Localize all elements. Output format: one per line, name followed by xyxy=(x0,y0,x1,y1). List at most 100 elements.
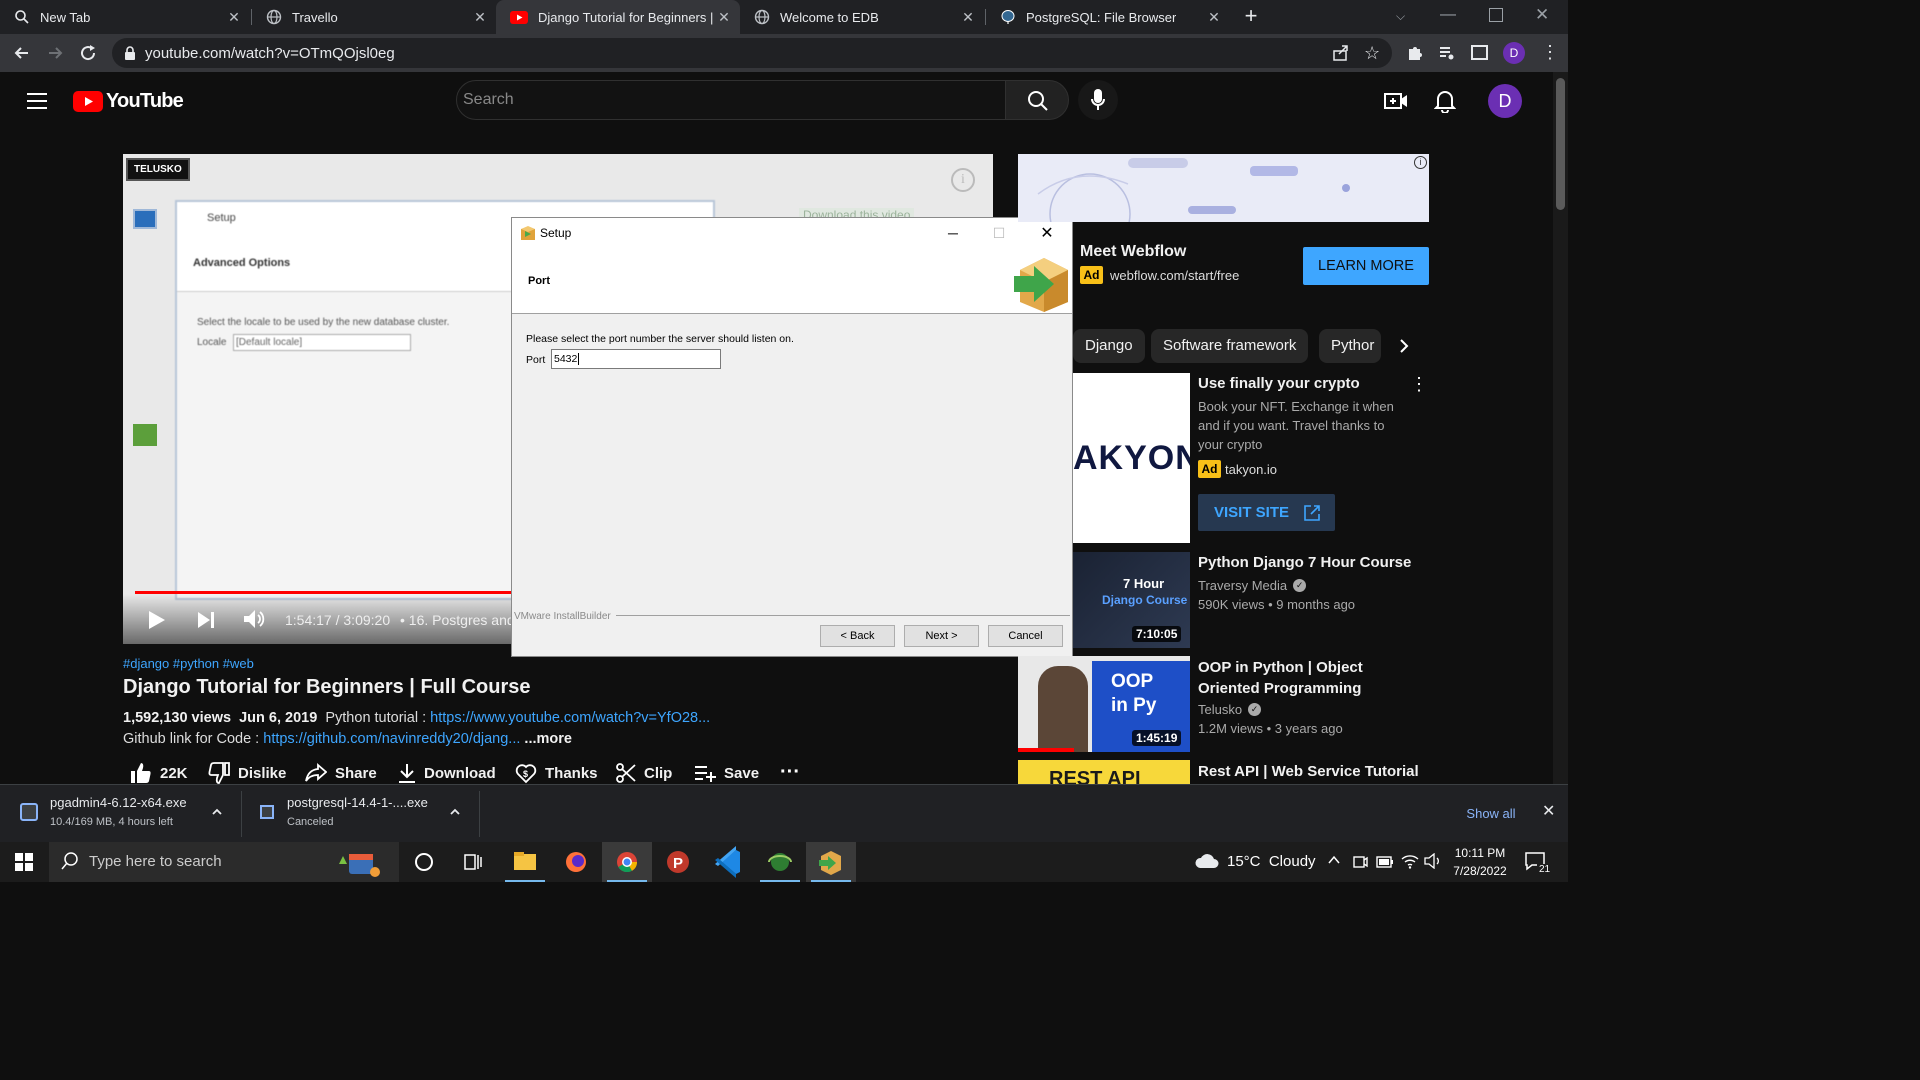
tab-new-tab[interactable]: New Tab ✕ xyxy=(0,0,250,34)
video-channel[interactable]: Telusko ✓ xyxy=(1198,700,1262,719)
scrollbar-thumb[interactable] xyxy=(1556,78,1565,210)
learn-more-button[interactable]: LEARN MORE xyxy=(1303,247,1429,285)
installer-taskbar-icon[interactable] xyxy=(806,842,856,882)
back-arrow-icon[interactable] xyxy=(12,43,32,63)
webflow-ad-banner[interactable]: i xyxy=(1018,154,1429,222)
firefox-icon[interactable] xyxy=(551,842,601,882)
close-icon[interactable]: ✕ xyxy=(960,9,976,25)
download-button[interactable]: Download xyxy=(398,760,496,786)
account-avatar[interactable]: D xyxy=(1488,84,1522,118)
new-tab-plus-icon[interactable]: + xyxy=(1240,5,1262,28)
taskbar-search-box[interactable]: Type here to search xyxy=(49,842,399,882)
visit-site-button[interactable]: VISIT SITE xyxy=(1198,494,1335,531)
address-bar[interactable]: youtube.com/watch?v=OTmQOjsl0eg ☆ xyxy=(112,38,1392,68)
chevron-right-icon[interactable] xyxy=(1395,335,1413,357)
ad-title[interactable]: Meet Webflow xyxy=(1080,241,1186,262)
weather-cloud-icon[interactable] xyxy=(1194,850,1220,870)
like-button[interactable]: 22K xyxy=(130,760,188,786)
forward-arrow-icon[interactable] xyxy=(45,43,65,63)
tab-django-tutorial[interactable]: Django Tutorial for Beginners | F ✕ xyxy=(496,0,740,34)
youtube-search-button[interactable] xyxy=(1005,80,1069,120)
chrome-menu-icon[interactable]: ⋮ xyxy=(1541,42,1559,62)
chrome-icon[interactable] xyxy=(602,842,652,882)
video-title[interactable]: Rest API | Web Service Tutorial xyxy=(1198,761,1419,782)
clip-button[interactable]: Clip xyxy=(616,760,672,786)
extensions-puzzle-icon[interactable] xyxy=(1406,44,1424,62)
video-thumbnail[interactable]: OOP in Py 1:45:19 xyxy=(1018,656,1190,752)
tray-chevron-up-icon[interactable] xyxy=(1326,852,1342,868)
chip-software-framework[interactable]: Software framework xyxy=(1151,329,1309,363)
next-video-icon[interactable] xyxy=(197,611,215,629)
desc-link[interactable]: https://www.youtube.com/watch?v=YfO28... xyxy=(430,710,710,726)
back-button[interactable]: < Back xyxy=(820,625,895,647)
dislike-button[interactable]: Dislike xyxy=(208,760,286,786)
taskbar-clock[interactable]: 10:11 PM 7/28/2022 xyxy=(1450,844,1510,880)
share-icon[interactable] xyxy=(1332,44,1350,62)
lock-icon[interactable] xyxy=(124,46,136,60)
file-explorer-icon[interactable] xyxy=(500,842,550,882)
bookmark-star-icon[interactable]: ☆ xyxy=(1364,43,1380,64)
youtube-logo[interactable]: YouTube xyxy=(73,90,184,113)
weather-text[interactable]: 15°C Cloudy xyxy=(1227,853,1316,870)
takyon-ad-thumbnail[interactable]: AKYON xyxy=(1073,373,1190,543)
tab-search-chevron-icon[interactable]: ⌵ xyxy=(1396,9,1405,24)
hashtags[interactable]: #django #python #web xyxy=(123,656,254,671)
chip-python[interactable]: Pythor xyxy=(1319,329,1381,363)
chrome-profile-avatar[interactable]: D xyxy=(1503,42,1525,64)
tab-postgresql-file-browser[interactable]: PostgreSQL: File Browser ✕ xyxy=(986,0,1230,34)
restore-window-icon[interactable] xyxy=(1489,8,1503,22)
wifi-icon[interactable] xyxy=(1401,853,1419,869)
youtube-search-input[interactable] xyxy=(461,85,991,115)
github-link[interactable]: https://github.com/navinreddy20/djang... xyxy=(263,731,520,747)
tab-travello[interactable]: Travello ✕ xyxy=(252,0,496,34)
battery-icon[interactable] xyxy=(1376,856,1394,868)
reload-icon[interactable] xyxy=(78,43,98,63)
next-button[interactable]: Next > xyxy=(904,625,979,647)
video-title[interactable]: Python Django 7 Hour Course xyxy=(1198,552,1411,573)
cancel-button[interactable]: Cancel xyxy=(988,625,1063,647)
download-item[interactable]: pgadmin4-6.12-x64.exe 10.4/169 MB, 4 hou… xyxy=(0,785,240,843)
meet-now-icon[interactable] xyxy=(1352,854,1368,870)
video-title[interactable]: OOP in Python | Object Oriented Programm… xyxy=(1198,657,1413,699)
vscode-icon[interactable] xyxy=(704,842,754,882)
side-panel-icon[interactable] xyxy=(1471,45,1488,60)
voice-search-button[interactable] xyxy=(1078,80,1118,120)
chapter-title[interactable]: • 16. Postgres and P xyxy=(400,612,528,628)
close-icon[interactable]: ✕ xyxy=(472,9,488,25)
close-icon[interactable]: ✕ xyxy=(226,9,242,25)
dialog-close-icon[interactable]: ✕ xyxy=(1024,218,1070,248)
close-icon[interactable]: ✕ xyxy=(716,9,732,25)
show-more-link[interactable]: ...more xyxy=(524,731,572,747)
notifications-bell-icon[interactable] xyxy=(1434,89,1456,113)
task-view-icon[interactable] xyxy=(463,853,483,871)
cortana-icon[interactable] xyxy=(415,853,433,871)
media-queue-icon[interactable] xyxy=(1438,44,1456,62)
windows-start-icon[interactable] xyxy=(15,853,33,871)
dialog-minimize-icon[interactable]: ─ xyxy=(930,218,976,248)
download-item[interactable]: postgresql-14.4-1-....exe Canceled xyxy=(242,785,478,843)
video-thumbnail[interactable]: REST API xyxy=(1018,760,1190,784)
chip-django[interactable]: Django xyxy=(1073,329,1145,363)
share-button[interactable]: Share xyxy=(305,760,377,786)
crypto-ad-title[interactable]: Use finally your crypto xyxy=(1198,373,1360,394)
play-icon[interactable] xyxy=(148,610,166,630)
chevron-up-icon[interactable] xyxy=(448,805,462,819)
close-shelf-icon[interactable]: ✕ xyxy=(1542,801,1555,821)
thanks-button[interactable]: $ Thanks xyxy=(515,760,598,786)
video-channel[interactable]: Traversy Media ✓ xyxy=(1198,576,1307,595)
setup-app-icon[interactable] xyxy=(755,842,805,882)
tab-welcome-edb[interactable]: Welcome to EDB ✕ xyxy=(740,0,984,34)
page-scrollbar[interactable] xyxy=(1553,72,1568,784)
save-button[interactable]: Save xyxy=(694,760,759,786)
chevron-up-icon[interactable] xyxy=(210,805,224,819)
info-icon[interactable]: i xyxy=(951,168,975,192)
port-input[interactable]: 5432 xyxy=(551,349,721,369)
close-icon[interactable]: ✕ xyxy=(1206,9,1222,25)
hamburger-menu-icon[interactable] xyxy=(27,93,47,109)
close-window-icon[interactable]: ✕ xyxy=(1535,5,1549,25)
minimize-window-icon[interactable]: — xyxy=(1440,6,1460,24)
postman-icon[interactable]: P xyxy=(653,842,703,882)
video-thumbnail[interactable]: 7 Hour Django Course 7:10:05 xyxy=(1073,552,1190,648)
speaker-volume-icon[interactable] xyxy=(1424,853,1442,869)
ad-info-icon[interactable]: i xyxy=(1414,156,1427,169)
